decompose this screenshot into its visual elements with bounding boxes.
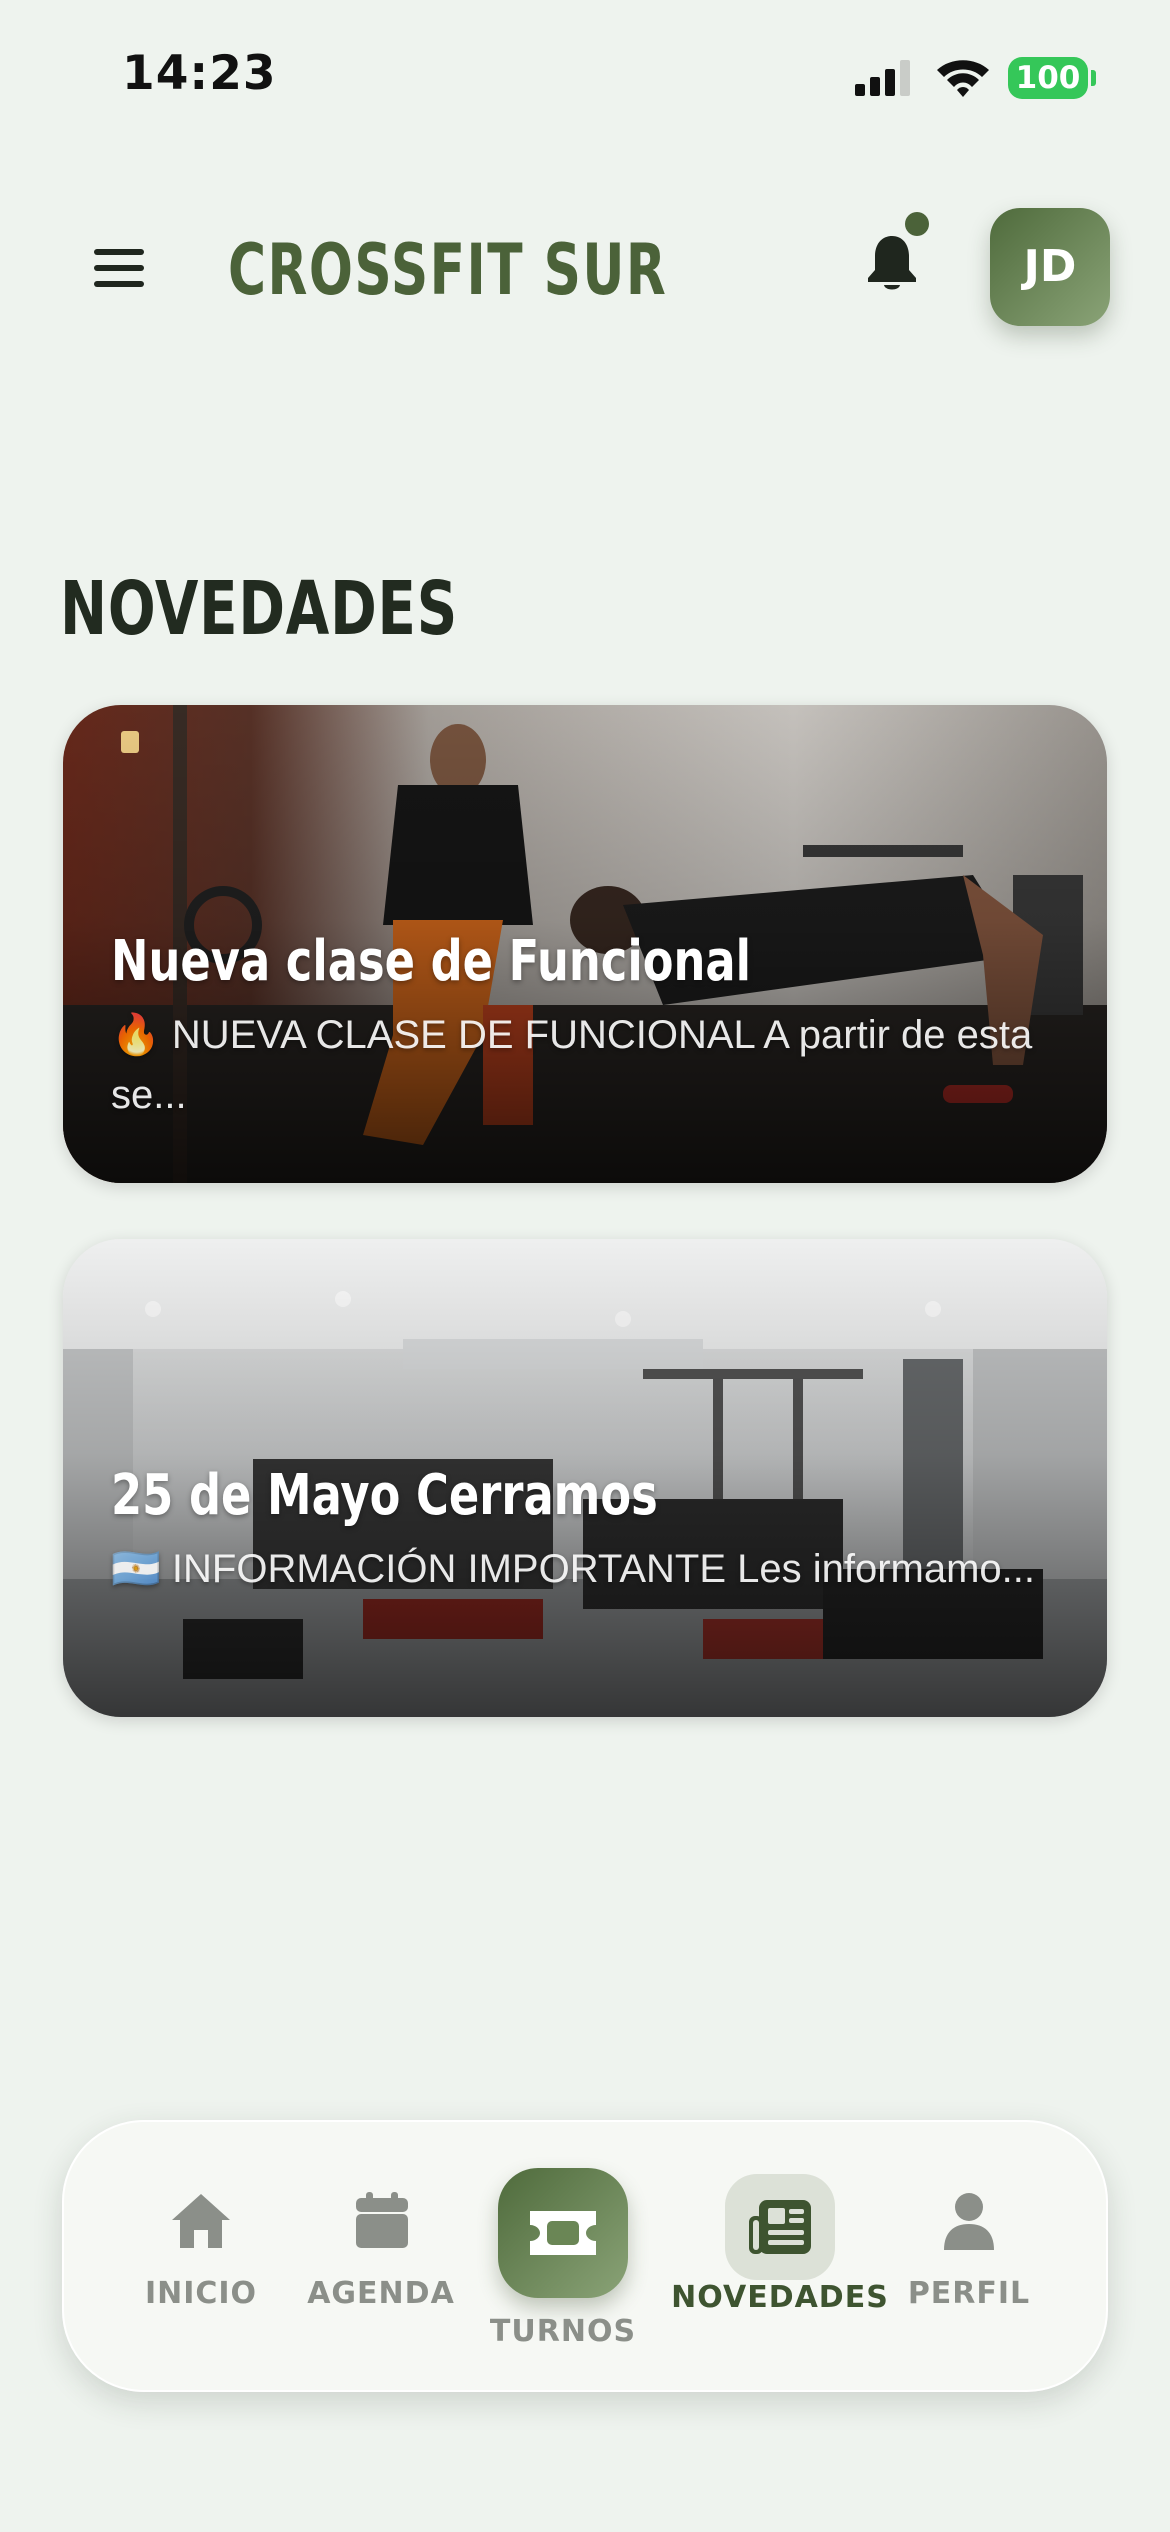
hamburger-menu-icon[interactable] [94,247,144,289]
notification-badge [905,212,929,236]
wifi-icon [937,60,989,97]
news-card-content: 25 de Mayo Cerramos 🇦🇷 INFORMACIÓN IMPOR… [111,1461,1047,1599]
nav-item-turnos[interactable]: TURNOS [478,2168,648,2358]
news-card[interactable]: 25 de Mayo Cerramos 🇦🇷 INFORMACIÓN IMPOR… [63,1239,1107,1717]
nav-label: AGENDA [307,2276,455,2311]
bottom-navigation-bar: INICIO AGENDA TURNOS NOVEDADES PERFIL [62,2120,1108,2392]
home-icon [172,2194,230,2248]
news-card-content: Nueva clase de Funcional 🔥 NUEVA CLASE D… [111,927,1047,1125]
ticket-icon [530,2211,596,2255]
cellular-signal-icon [855,60,910,96]
nav-label: PERFIL [907,2276,1031,2311]
notification-bell-icon[interactable] [864,232,920,294]
nav-label: INICIO [144,2276,258,2311]
news-title: Nueva clase de Funcional [111,929,751,994]
news-excerpt: 🇦🇷 INFORMACIÓN IMPORTANTE Les informamo.… [111,1547,1036,1591]
status-bar: 14:23 100 [0,0,1170,150]
battery-tip [1091,70,1096,86]
nav-item-agenda[interactable]: AGENDA [296,2192,466,2332]
nav-label: TURNOS [489,2314,637,2349]
nav-item-perfil[interactable]: PERFIL [884,2192,1054,2332]
newspaper-icon [749,2200,811,2254]
battery-indicator: 100 [1008,57,1088,99]
news-title: 25 de Mayo Cerramos [111,1463,658,1528]
avatar[interactable]: JD [990,208,1110,326]
nav-item-novedades[interactable]: NOVEDADES [667,2174,893,2334]
news-excerpt: 🔥 NUEVA CLASE DE FUNCIONAL A partir de e… [111,1013,1033,1117]
news-card[interactable]: Nueva clase de Funcional 🔥 NUEVA CLASE D… [63,705,1107,1183]
status-time: 14:23 [122,46,277,101]
app-title: CROSSFIT SUR [228,229,668,311]
page-title: NOVEDADES [60,566,458,652]
nav-item-inicio[interactable]: INICIO [116,2192,286,2332]
calendar-icon [356,2192,408,2248]
person-icon [944,2193,994,2250]
nav-label: NOVEDADES [671,2280,889,2315]
